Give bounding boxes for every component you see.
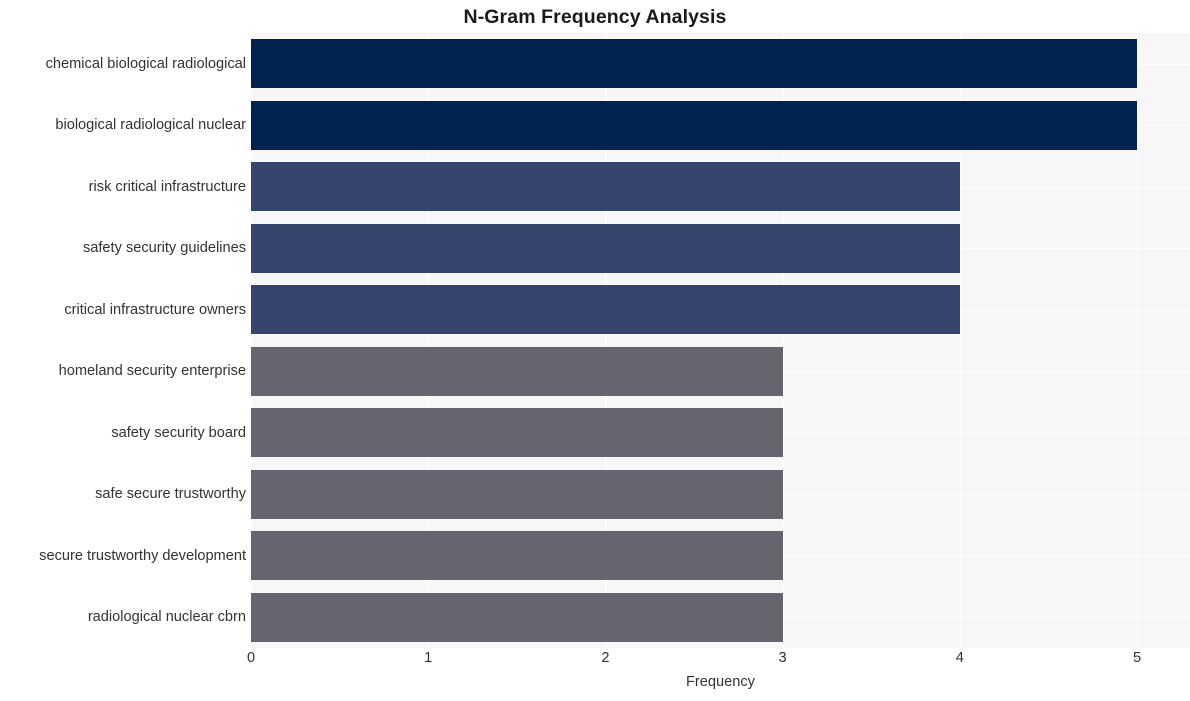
y-tick-label: safe secure trustworthy — [95, 486, 246, 503]
y-tick-label: safety security guidelines — [82, 240, 246, 257]
bar — [251, 469, 783, 519]
bar — [251, 162, 960, 212]
x-tick-label: 3 — [778, 650, 787, 666]
x-tick-label: 2 — [601, 650, 610, 666]
bar — [251, 285, 960, 335]
x-tick-label: 4 — [955, 650, 964, 666]
y-tick-label: biological radiological nuclear — [55, 117, 246, 134]
y-tick-label: chemical biological radiological — [45, 55, 246, 72]
bar — [251, 223, 960, 273]
bar — [251, 100, 1137, 150]
x-axis-ticks: 0 1 2 3 4 5 — [0, 648, 1190, 676]
y-tick-label: secure trustworthy development — [39, 547, 246, 564]
bar — [251, 408, 783, 458]
x-tick-label: 0 — [246, 650, 256, 666]
bar — [251, 531, 783, 581]
y-tick-label: homeland security enterprise — [58, 363, 246, 380]
x-tick-label: 1 — [424, 650, 433, 666]
bar — [251, 39, 1137, 89]
y-tick-label: risk critical infrastructure — [88, 178, 246, 195]
plot-area — [251, 33, 1190, 648]
y-tick-label: radiological nuclear cbrn — [87, 609, 246, 626]
y-axis: chemical biological radiological biologic… — [0, 33, 246, 648]
x-axis-title: Frequency — [686, 674, 755, 690]
bar — [251, 592, 783, 642]
y-tick-label: critical infrastructure owners — [64, 301, 246, 318]
bar — [251, 346, 783, 396]
x-tick-label: 5 — [1132, 650, 1142, 666]
chart-title: N-Gram Frequency Analysis — [463, 6, 727, 28]
y-tick-label: safety security board — [111, 424, 246, 441]
chart-figure: N-Gram Frequency Analysis chemical biolo… — [0, 0, 1190, 701]
